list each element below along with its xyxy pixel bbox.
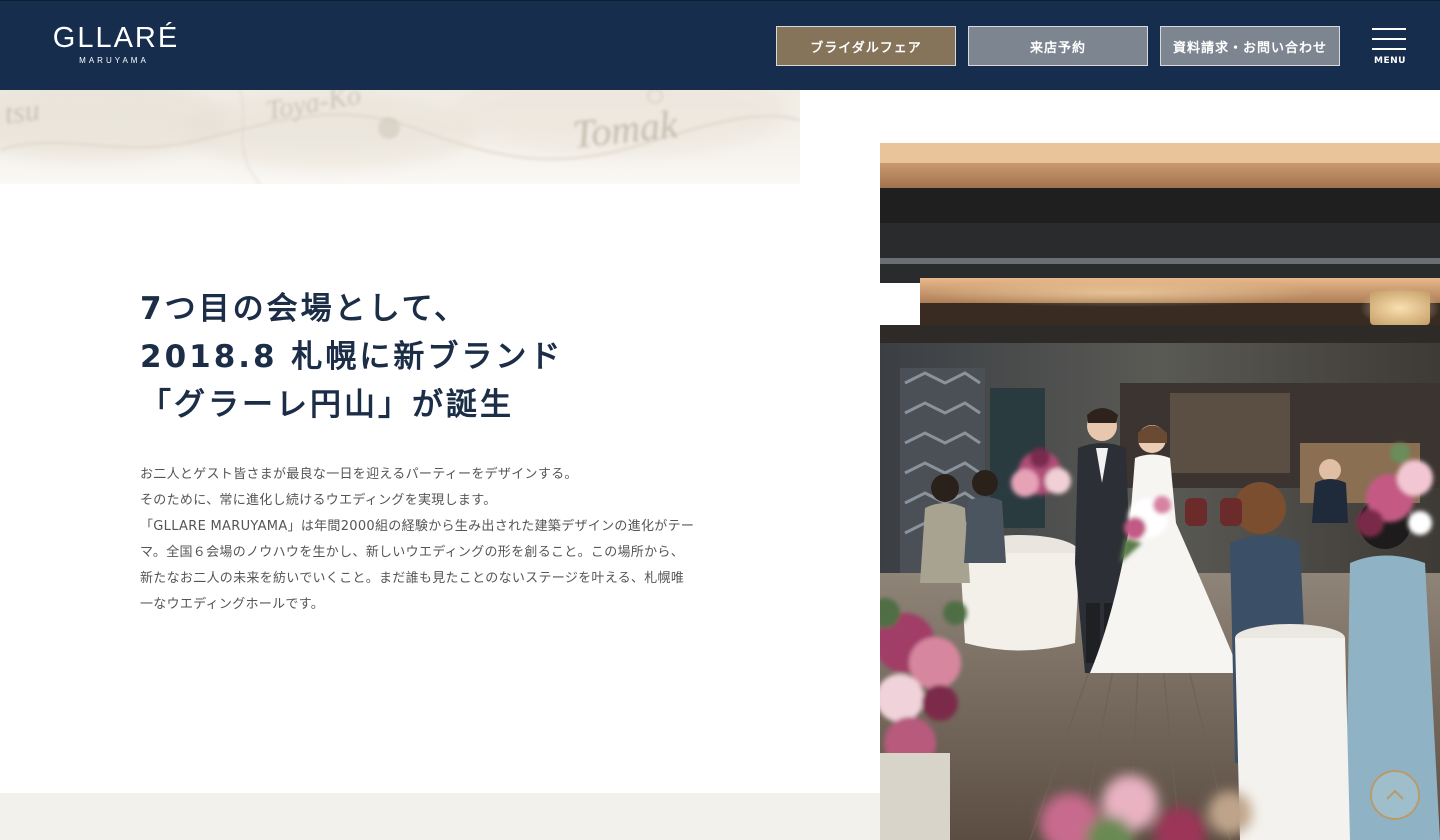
logo-main-text: GLLARÉ xyxy=(52,22,180,54)
headline-line-1: 7つ目の会場として、 xyxy=(140,291,469,327)
body-line-6: 一なウエディングホールです。 xyxy=(140,597,324,612)
scroll-to-top-button[interactable] xyxy=(1370,770,1420,820)
site-logo[interactable]: GLLARÉ MARUYAMA xyxy=(40,17,192,75)
bridal-fair-button[interactable]: ブライダルフェア xyxy=(776,26,956,66)
body-line-2: そのために、常に進化し続けるウエディングを実現します。 xyxy=(140,493,497,508)
headline-line-3: 「グラーレ円山」が誕生 xyxy=(140,387,514,423)
body-line-5: 新たなお二人の未来を紡いでいくこと。まだ誰も見たことのないステージを叶える、札幌… xyxy=(140,571,685,586)
body-line-1: お二人とゲスト皆さまが最良な一日を迎えるパーティーをデザインする。 xyxy=(140,467,578,482)
body-line-4: マ。全国６会場のノウハウを生かし、新しいウエディングの形を創ること。この場所から… xyxy=(140,545,685,560)
section-bottom-band xyxy=(0,793,880,840)
map-background-image: tsu Toya-Ko Tomak xyxy=(0,90,800,184)
chevron-up-icon xyxy=(1386,789,1404,800)
visit-reservation-button[interactable]: 来店予約 xyxy=(968,26,1148,66)
hamburger-menu-icon xyxy=(1372,28,1408,50)
site-header: GLLARÉ MARUYAMA ブライダルフェア 来店予約 資料請求・お問い合わ… xyxy=(0,0,1440,90)
wedding-venue-photo xyxy=(880,143,1440,840)
menu-button[interactable]: MENU xyxy=(1372,25,1408,71)
request-docs-contact-button[interactable]: 資料請求・お問い合わせ xyxy=(1160,26,1340,66)
intro-body: お二人とゲスト皆さまが最良な一日を迎えるパーティーをデザインする。 そのために、… xyxy=(140,462,720,618)
menu-label: MENU xyxy=(1374,56,1406,66)
headline-line-2: 2018.8 札幌に新ブランド xyxy=(140,339,564,375)
map-label-tsu: tsu xyxy=(2,93,41,131)
map-illustration: tsu Toya-Ko Tomak xyxy=(0,90,800,184)
body-line-3: 「GLLARE MARUYAMA」は年間2000組の経験から生み出された建築デザ… xyxy=(140,519,695,534)
intro-headline: 7つ目の会場として、 2018.8 札幌に新ブランド 「グラーレ円山」が誕生 xyxy=(140,285,740,429)
